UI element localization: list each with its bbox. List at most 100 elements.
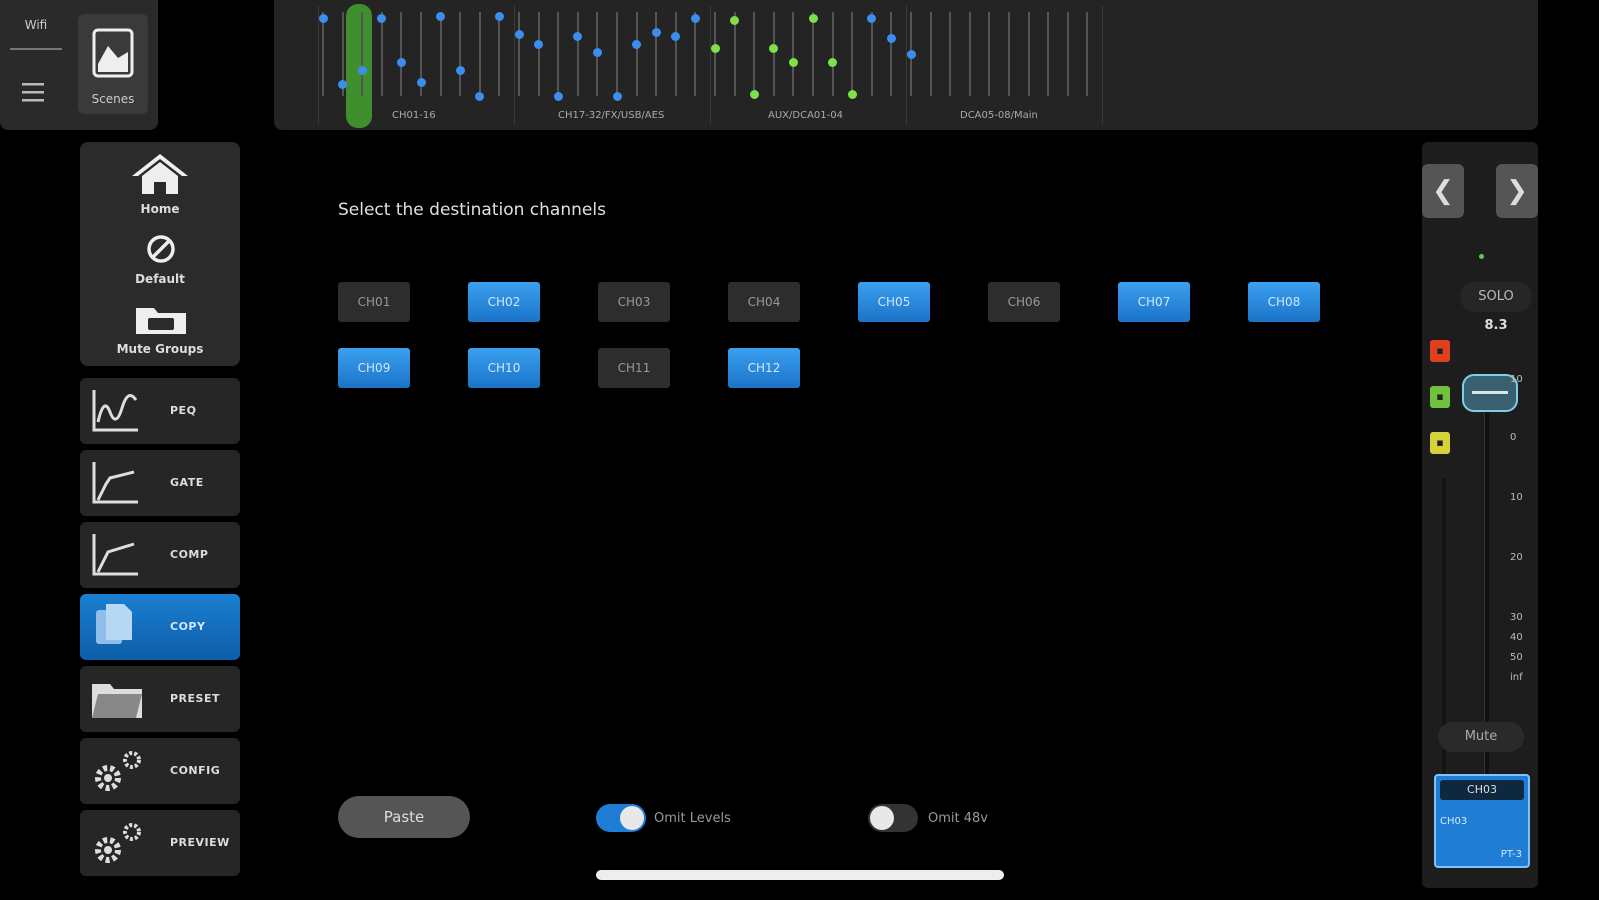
top-left-panel: Wifi Scenes	[0, 0, 158, 130]
group-separator	[1102, 6, 1103, 124]
page-title: Select the destination channels	[338, 200, 606, 220]
omit-48v-toggle[interactable]	[868, 804, 918, 832]
gain-value: 8.3	[1484, 318, 1508, 333]
fader-stick	[949, 12, 952, 96]
tool-preview[interactable]: PREVIEW	[80, 810, 240, 876]
fader-dot	[788, 58, 798, 67]
channel-button-ch06[interactable]: CH06	[988, 282, 1060, 322]
omit-levels-toggle[interactable]	[596, 804, 646, 832]
fader-scale-mark: 0	[1510, 432, 1517, 443]
toggle-knob	[620, 806, 644, 830]
fader-dot	[690, 14, 700, 23]
fader-stick	[635, 12, 638, 96]
channel-button-ch08[interactable]: CH08	[1248, 282, 1320, 322]
default-label: Default	[135, 272, 185, 286]
preset-folder-icon	[92, 684, 142, 718]
channel-card-title: CH03	[1440, 780, 1524, 800]
fader-dot	[651, 28, 661, 37]
tool-preset[interactable]: PRESET	[80, 666, 240, 732]
channel-button-ch07[interactable]: CH07	[1118, 282, 1190, 322]
group-separator	[906, 6, 907, 124]
fader-stick	[576, 12, 579, 96]
scenes-button[interactable]: Scenes	[78, 14, 148, 114]
fader-stick	[439, 12, 442, 96]
channel-button-ch09[interactable]: CH09	[338, 348, 410, 388]
fader-stick	[459, 12, 462, 96]
fader-scale-mark: inf	[1510, 672, 1523, 683]
fader-stick	[498, 12, 501, 96]
next-channel-button[interactable]: ❯	[1496, 164, 1538, 218]
tool-copy[interactable]: COPY	[80, 594, 240, 660]
prev-channel-button[interactable]: ❮	[1422, 164, 1464, 218]
wifi-label[interactable]: Wifi	[14, 18, 58, 32]
fader-stick	[674, 12, 677, 96]
fader-stick	[322, 12, 324, 96]
fader-stick	[1047, 12, 1050, 96]
toggle-knob	[870, 806, 894, 830]
fader-stick	[537, 12, 540, 96]
channel-button-ch03[interactable]: CH03	[598, 282, 670, 322]
tool-label: CONFIG	[170, 764, 221, 777]
omit-48v-label: Omit 48v	[928, 811, 988, 826]
channel-button-ch12[interactable]: CH12	[728, 348, 800, 388]
channel-button-ch11[interactable]: CH11	[598, 348, 670, 388]
copy-icon	[96, 604, 132, 644]
channel-card[interactable]: CH03 CH03 PT-3	[1434, 774, 1530, 868]
group-label: CH01-16	[392, 110, 436, 121]
tool-comp[interactable]: COMP	[80, 522, 240, 588]
fader-stick	[812, 12, 814, 96]
fader-dot	[632, 40, 642, 49]
home-icon	[132, 154, 188, 194]
fader-dot	[416, 78, 426, 87]
tool-label: PEQ	[170, 404, 197, 417]
omit-levels-label: Omit Levels	[654, 811, 731, 826]
channel-button-ch01[interactable]: CH01	[338, 282, 410, 322]
solo-button[interactable]: SOLO	[1460, 282, 1532, 312]
fader-stick	[518, 12, 520, 96]
scenes-icon	[92, 28, 134, 78]
group-label: CH17-32/FX/USB/AES	[558, 110, 665, 121]
channel-button-ch04[interactable]: CH04	[728, 282, 800, 322]
fader-stick	[1086, 12, 1089, 96]
gears-icon	[95, 751, 141, 791]
menu-icon[interactable]	[20, 80, 48, 108]
fader-scale-mark: 50	[1510, 652, 1523, 663]
fader-dot	[671, 32, 681, 41]
yellow-indicator: ▪	[1430, 432, 1450, 454]
fader-dot	[494, 12, 504, 21]
fader-dot	[514, 30, 524, 39]
fader-dot	[808, 14, 818, 23]
comp-curve-icon	[92, 534, 138, 576]
paste-button[interactable]: Paste	[338, 796, 470, 838]
wifi-underline	[10, 48, 62, 50]
mute-groups-button[interactable]: Mute Groups	[80, 298, 240, 366]
fader-dot	[828, 58, 838, 67]
default-icon	[147, 235, 175, 263]
tool-label: PREVIEW	[170, 836, 230, 849]
fader-stick	[380, 12, 383, 96]
mute-button[interactable]: Mute	[1438, 722, 1524, 752]
fader-track[interactable]	[1484, 382, 1489, 822]
mute-groups-label: Mute Groups	[116, 342, 204, 356]
default-button[interactable]: Default	[80, 228, 240, 294]
tool-peq[interactable]: PEQ	[80, 378, 240, 444]
channel-button-ch10[interactable]: CH10	[468, 348, 540, 388]
fader-dot	[396, 58, 406, 67]
fader-stick	[929, 12, 932, 96]
red-indicator: ▪	[1430, 340, 1450, 362]
fader-stick	[714, 12, 716, 96]
fader-stick	[968, 12, 971, 96]
channel-button-ch05[interactable]: CH05	[858, 282, 930, 322]
fader-dot	[475, 92, 485, 101]
fader-overview-strip[interactable]: CH01-16 CH17-32/FX/USB/AES AUX/DCA01-04 …	[274, 0, 1538, 130]
tool-config[interactable]: CONFIG	[80, 738, 240, 804]
fader-stick	[400, 12, 403, 96]
tool-gate[interactable]: GATE	[80, 450, 240, 516]
nav-panel: Home Default Mute Groups	[80, 142, 240, 366]
home-button[interactable]: Home	[80, 142, 240, 224]
fader-dot	[906, 50, 916, 59]
group-separator	[710, 6, 711, 124]
channel-button-ch02[interactable]: CH02	[468, 282, 540, 322]
group-label: AUX/DCA01-04	[768, 110, 843, 121]
home-indicator-bar[interactable]	[596, 870, 1004, 880]
